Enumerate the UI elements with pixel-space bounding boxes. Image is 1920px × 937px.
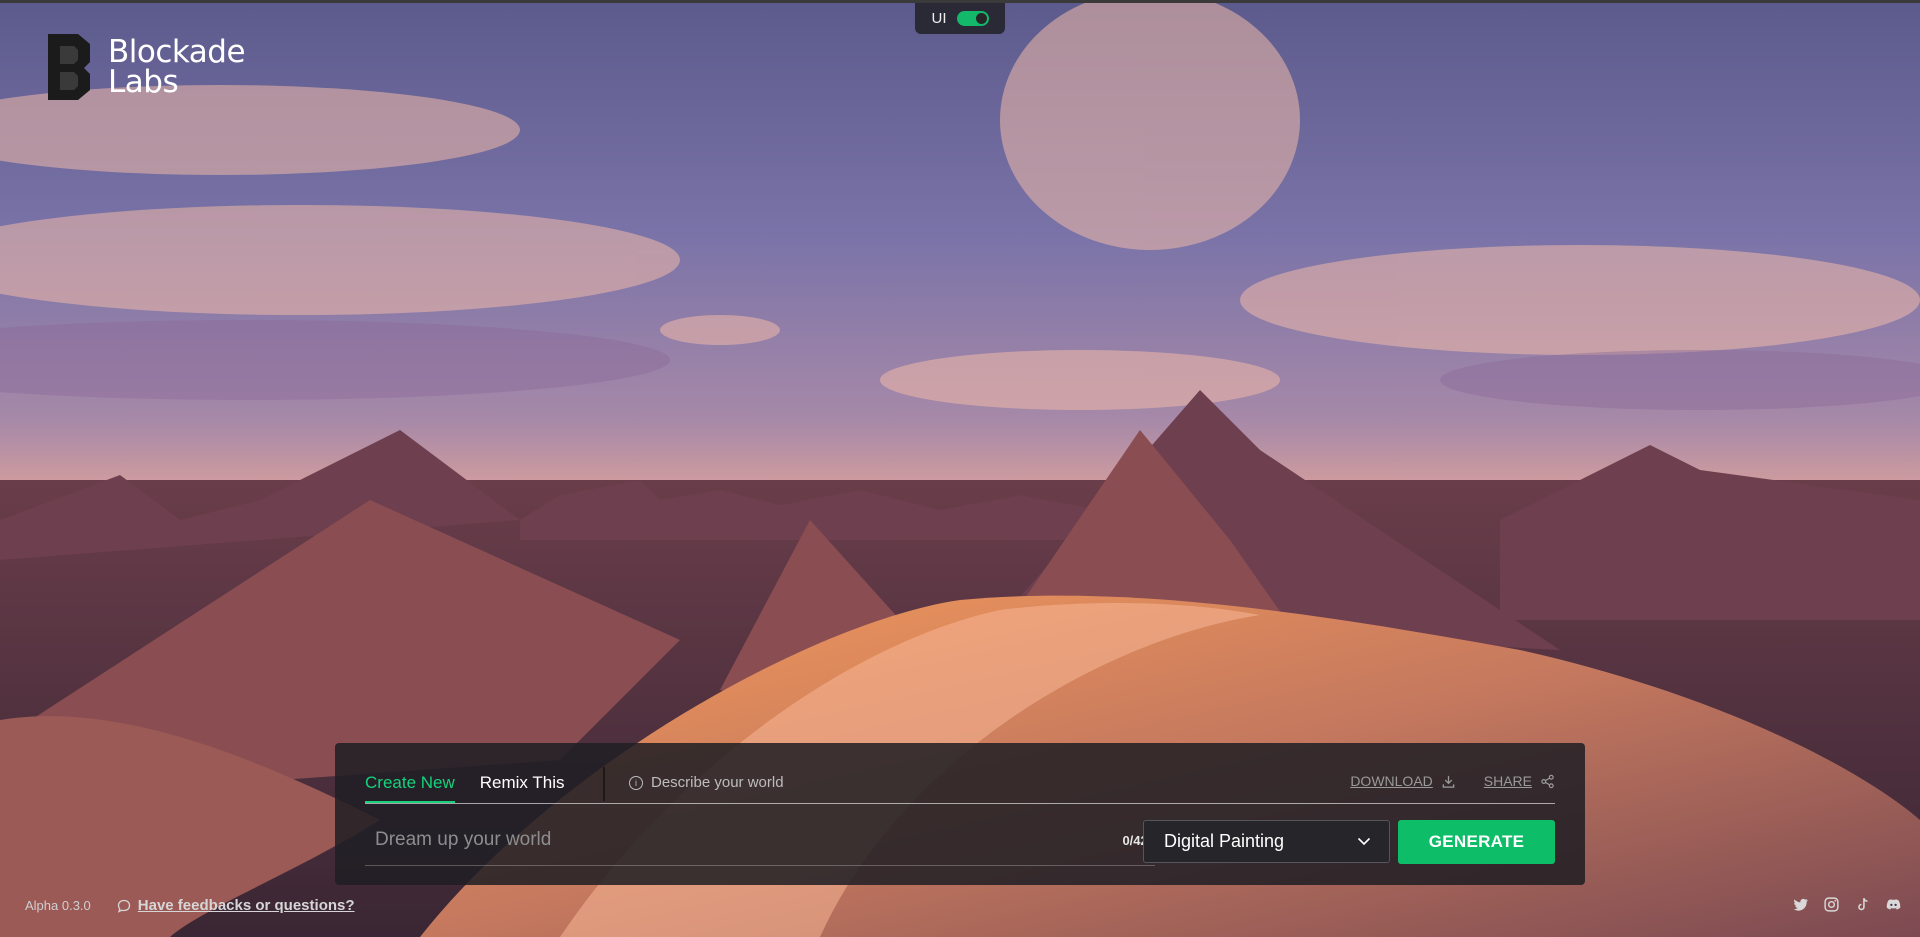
- prompt-hint[interactable]: i Describe your world: [629, 774, 784, 791]
- tabs-underline: [365, 803, 1555, 804]
- prompt-input[interactable]: [365, 817, 1085, 863]
- ui-toggle-label: UI: [931, 10, 947, 27]
- info-icon: i: [629, 775, 643, 790]
- feedback-label: Have feedbacks or questions?: [137, 897, 355, 914]
- social-links: [1792, 896, 1902, 913]
- panel-tabs: Create New Remix This: [365, 743, 589, 803]
- prompt-field: 0/420: [365, 817, 1155, 866]
- generate-button[interactable]: GENERATE: [1398, 820, 1555, 864]
- brand-logo[interactable]: Blockade Labs: [44, 32, 246, 102]
- share-icon: [1541, 774, 1554, 788]
- tab-create-new[interactable]: Create New: [365, 773, 455, 803]
- download-button[interactable]: DOWNLOAD: [1350, 773, 1455, 789]
- style-select[interactable]: Digital Painting: [1143, 820, 1390, 863]
- feedback-link[interactable]: Have feedbacks or questions?: [117, 897, 355, 914]
- chevron-down-icon: [1357, 837, 1371, 846]
- share-label: SHARE: [1483, 773, 1532, 789]
- panel-actions: DOWNLOAD SHARE: [1350, 773, 1555, 789]
- download-icon: [1442, 775, 1455, 788]
- download-label: DOWNLOAD: [1350, 773, 1433, 789]
- chat-bubble-icon: [117, 899, 130, 913]
- brand-name: Blockade Labs: [108, 34, 246, 100]
- instagram-icon[interactable]: [1823, 896, 1840, 913]
- footer-left: Alpha 0.3.0 Have feedbacks or questions?: [25, 897, 355, 914]
- twitter-icon[interactable]: [1792, 896, 1809, 913]
- tab-divider: [603, 767, 605, 801]
- blockade-labs-logo-icon: [48, 34, 90, 100]
- tiktok-icon[interactable]: [1854, 896, 1871, 913]
- toggle-knob: [975, 13, 987, 24]
- ui-toggle-switch[interactable]: [956, 11, 989, 26]
- share-button[interactable]: SHARE: [1484, 773, 1555, 789]
- prompt-hint-text: Describe your world: [651, 774, 784, 791]
- discord-icon[interactable]: [1885, 896, 1902, 913]
- create-panel: Create New Remix This i Describe your wo…: [335, 743, 1585, 885]
- tab-remix-this[interactable]: Remix This: [480, 773, 565, 803]
- brand-line1: Blockade: [108, 34, 246, 70]
- style-select-value: Digital Painting: [1164, 831, 1285, 851]
- version-label: Alpha 0.3.0: [25, 898, 91, 913]
- brand-line2: Labs: [108, 64, 179, 100]
- ui-visibility-toggle[interactable]: UI: [915, 3, 1005, 34]
